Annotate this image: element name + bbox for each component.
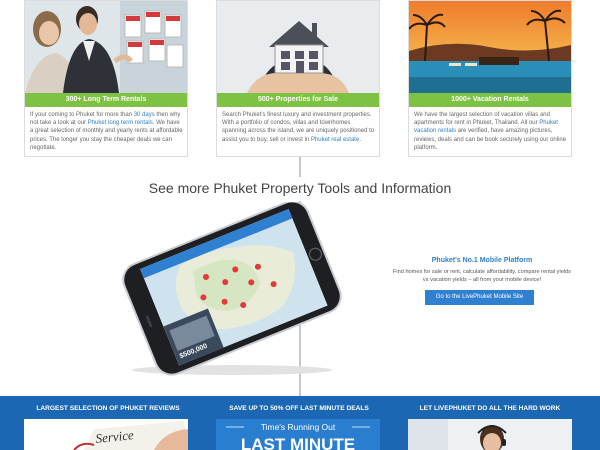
- house-model-photo: [217, 1, 379, 93]
- pool-villa-sunset-photo: [409, 1, 571, 93]
- card-description-text: .: [359, 136, 361, 143]
- properties-for-sale-card[interactable]: 500+ Properties for Sale Search Phuket's…: [216, 0, 380, 157]
- long-term-rentals-link[interactable]: Phuket long term rentals: [88, 120, 153, 126]
- support-agent-image[interactable]: [408, 419, 572, 450]
- vacation-rentals-card[interactable]: 1000+ Vacation Rentals We have the large…: [408, 0, 572, 157]
- card-title: 500+ Properties for Sale: [217, 93, 379, 107]
- card-description-text: We have the largest selection of vacatio…: [414, 112, 550, 127]
- card-description: If your coming to Phuket for more than 3…: [30, 111, 184, 152]
- mobile-site-button[interactable]: Go to the LivePhuket Mobile Site: [425, 290, 534, 305]
- service-review-image[interactable]: Service: [24, 419, 188, 450]
- reviews-heading[interactable]: LARGEST SELECTION OF PHUKET REVIEWS: [13, 405, 203, 412]
- section-title: See more Phuket Property Tools and Infor…: [148, 180, 452, 196]
- card-description: We have the largest selection of vacatio…: [414, 111, 568, 152]
- times-running-out-text: Time's Running Out: [261, 422, 336, 432]
- hard-work-heading[interactable]: LET LIVEPHUKET DO ALL THE HARD WORK: [395, 405, 585, 412]
- mobile-platform-title: Phuket's No.1 Mobile Platform: [431, 257, 533, 264]
- card-description-text: If your coming to Phuket for more than: [30, 112, 134, 118]
- card-title: 300+ Long Term Rentals: [25, 93, 187, 107]
- thirty-days-link[interactable]: 30 days: [134, 112, 155, 118]
- last-minute-deals-heading[interactable]: SAVE UP TO 50% OFF LAST MINUTE DEALS: [204, 405, 394, 412]
- mobile-app-phone-image: $500,000: [117, 200, 347, 377]
- last-minute-deals-image[interactable]: Time's Running Out LAST MINUTE: [216, 419, 380, 450]
- last-minute-text: LAST MINUTE: [241, 435, 355, 450]
- divider-line: [299, 157, 301, 177]
- phuket-real-estate-link[interactable]: Phuket real estate: [311, 137, 359, 143]
- card-title: 1000+ Vacation Rentals: [409, 93, 571, 107]
- agent-couple-photo: [25, 1, 187, 93]
- card-description: Search Phuket's finest luxury and invest…: [222, 111, 376, 144]
- mobile-platform-description: Find homes for sale or rent, calculate a…: [393, 269, 571, 283]
- long-term-rentals-card[interactable]: 300+ Long Term Rentals If your coming to…: [24, 0, 188, 157]
